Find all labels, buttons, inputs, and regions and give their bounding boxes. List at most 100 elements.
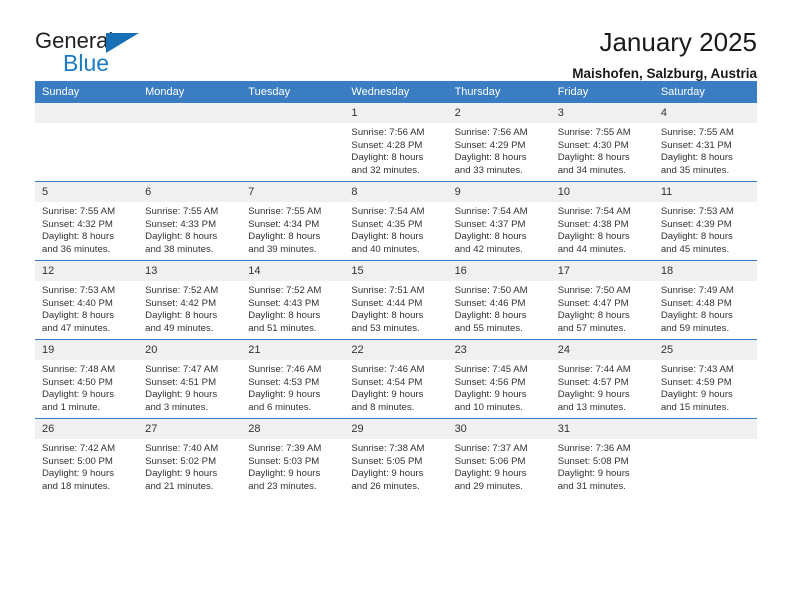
day-details: Sunrise: 7:42 AM Sunset: 5:00 PM Daylight:… bbox=[35, 439, 138, 493]
calendar-day-cell[interactable]: 28 Sunrise: 7:39 AM Sunset: 5:03 PM Dayligh… bbox=[241, 418, 345, 497]
day-number: 7 bbox=[241, 182, 345, 202]
daylight-text-cont: and 36 minutes. bbox=[42, 243, 111, 255]
calendar-week-row: 1 Sunrise: 7:56 AM Sunset: 4:28 PM Daylight… bbox=[35, 103, 757, 182]
sunset-text: Sunset: 4:47 PM bbox=[557, 297, 629, 309]
daylight-text: Daylight: 9 hours bbox=[145, 468, 218, 480]
calendar-day-cell[interactable]: 30 Sunrise: 7:37 AM Sunset: 5:06 PM Dayligh… bbox=[447, 418, 551, 497]
calendar-day-cell[interactable]: 17 Sunrise: 7:50 AM Sunset: 4:47 PM Dayligh… bbox=[550, 260, 654, 340]
daylight-text: Daylight: 9 hours bbox=[454, 468, 527, 480]
daylight-text: Daylight: 8 hours bbox=[454, 310, 527, 322]
calendar-day-cell[interactable]: 10 Sunrise: 7:54 AM Sunset: 4:38 PM Dayligh… bbox=[550, 181, 654, 261]
calendar-day-cell[interactable]: 4 Sunrise: 7:55 AM Sunset: 4:31 PM Daylight… bbox=[653, 103, 757, 182]
day-details: Sunrise: 7:51 AM Sunset: 4:44 PM Daylight:… bbox=[344, 281, 447, 335]
calendar-day-cell[interactable]: 14 Sunrise: 7:52 AM Sunset: 4:43 PM Dayligh… bbox=[241, 260, 345, 340]
sunrise-text: Sunrise: 7:56 AM bbox=[351, 127, 425, 138]
calendar-day-cell[interactable]: 23 Sunrise: 7:45 AM Sunset: 4:56 PM Dayligh… bbox=[447, 339, 551, 419]
day-number: 10 bbox=[550, 182, 654, 202]
day-details: Sunrise: 7:53 AM Sunset: 4:40 PM Daylight:… bbox=[35, 281, 138, 335]
logo-text-blue: Blue bbox=[63, 50, 110, 76]
daylight-text-cont: and 35 minutes. bbox=[660, 164, 730, 176]
sunrise-text: Sunrise: 7:54 AM bbox=[351, 206, 425, 217]
day-details: Sunrise: 7:39 AM Sunset: 5:03 PM Daylight:… bbox=[241, 439, 344, 493]
sunset-text: Sunset: 4:50 PM bbox=[42, 376, 113, 388]
page-title: January 2025 bbox=[599, 27, 757, 57]
daylight-text-cont: and 33 minutes. bbox=[454, 164, 523, 176]
calendar-day-cell[interactable]: 8 Sunrise: 7:54 AM Sunset: 4:35 PM Daylight… bbox=[344, 181, 448, 261]
day-number bbox=[241, 103, 345, 123]
sunrise-text: Sunrise: 7:46 AM bbox=[248, 364, 322, 375]
sunrise-text: Sunrise: 7:48 AM bbox=[42, 364, 116, 375]
calendar-day-cell[interactable]: 22 Sunrise: 7:46 AM Sunset: 4:54 PM Dayligh… bbox=[344, 339, 448, 419]
day-details: Sunrise: 7:55 AM Sunset: 4:34 PM Daylight:… bbox=[241, 202, 344, 256]
sunset-text: Sunset: 4:59 PM bbox=[660, 376, 732, 388]
day-number: 20 bbox=[138, 340, 242, 360]
sunset-text: Sunset: 4:40 PM bbox=[42, 297, 113, 309]
day-number: 16 bbox=[447, 261, 551, 281]
day-number bbox=[35, 103, 139, 123]
day-number: 3 bbox=[550, 103, 654, 123]
day-details: Sunrise: 7:56 AM Sunset: 4:28 PM Daylight:… bbox=[344, 123, 447, 177]
calendar-day-cell[interactable]: 16 Sunrise: 7:50 AM Sunset: 4:46 PM Dayligh… bbox=[447, 260, 551, 340]
sunset-text: Sunset: 4:56 PM bbox=[454, 376, 526, 388]
sunrise-text: Sunrise: 7:50 AM bbox=[557, 285, 631, 296]
calendar-day-cell[interactable]: 29 Sunrise: 7:38 AM Sunset: 5:05 PM Dayligh… bbox=[344, 418, 448, 497]
sunrise-text: Sunrise: 7:53 AM bbox=[660, 206, 734, 217]
sunrise-text: Sunrise: 7:38 AM bbox=[351, 443, 425, 454]
calendar-day-cell[interactable]: 31 Sunrise: 7:36 AM Sunset: 5:08 PM Dayligh… bbox=[550, 418, 654, 497]
daylight-text: Daylight: 8 hours bbox=[660, 310, 733, 322]
sunset-text: Sunset: 4:54 PM bbox=[351, 376, 423, 388]
calendar-day-cell[interactable]: 27 Sunrise: 7:40 AM Sunset: 5:02 PM Dayligh… bbox=[138, 418, 242, 497]
calendar-day-cell[interactable]: 24 Sunrise: 7:44 AM Sunset: 4:57 PM Dayligh… bbox=[550, 339, 654, 419]
day-number: 5 bbox=[35, 182, 139, 202]
sunrise-text: Sunrise: 7:55 AM bbox=[557, 127, 631, 138]
calendar-day-cell[interactable]: 3 Sunrise: 7:55 AM Sunset: 4:30 PM Daylight… bbox=[550, 103, 654, 182]
sunrise-text: Sunrise: 7:46 AM bbox=[351, 364, 425, 375]
day-number: 4 bbox=[653, 103, 757, 123]
logo-triangle-icon bbox=[106, 33, 139, 53]
sunset-text: Sunset: 4:28 PM bbox=[351, 139, 423, 151]
daylight-text-cont: and 13 minutes. bbox=[557, 401, 626, 413]
day-number: 29 bbox=[344, 419, 448, 439]
calendar-page: General Blue January 2025 Maishofen, Sal… bbox=[0, 0, 792, 612]
calendar-day-cell[interactable]: 18 Sunrise: 7:49 AM Sunset: 4:48 PM Dayligh… bbox=[653, 260, 757, 340]
calendar-day-cell[interactable]: 6 Sunrise: 7:55 AM Sunset: 4:33 PM Daylight… bbox=[138, 181, 242, 261]
daylight-text: Daylight: 8 hours bbox=[248, 231, 321, 243]
calendar-day-cell[interactable]: 19 Sunrise: 7:48 AM Sunset: 4:50 PM Dayligh… bbox=[35, 339, 139, 419]
weekday-header-sunday: Sunday bbox=[35, 81, 139, 103]
calendar-day-cell[interactable]: 12 Sunrise: 7:53 AM Sunset: 4:40 PM Dayligh… bbox=[35, 260, 139, 340]
sunset-text: Sunset: 4:37 PM bbox=[454, 218, 526, 230]
daylight-text-cont: and 59 minutes. bbox=[660, 322, 730, 334]
calendar-day-cell[interactable]: 7 Sunrise: 7:55 AM Sunset: 4:34 PM Daylight… bbox=[241, 181, 345, 261]
sunset-text: Sunset: 4:39 PM bbox=[660, 218, 732, 230]
calendar-day-cell[interactable]: 15 Sunrise: 7:51 AM Sunset: 4:44 PM Dayligh… bbox=[344, 260, 448, 340]
daylight-text-cont: and 1 minute. bbox=[42, 401, 101, 413]
day-number: 28 bbox=[241, 419, 345, 439]
sunrise-text: Sunrise: 7:43 AM bbox=[660, 364, 734, 375]
day-number: 21 bbox=[241, 340, 345, 360]
daylight-text: Daylight: 9 hours bbox=[557, 468, 630, 480]
title-block: January 2025 Maishofen, Salzburg, Austri… bbox=[572, 28, 757, 81]
day-details: Sunrise: 7:48 AM Sunset: 4:50 PM Daylight:… bbox=[35, 360, 138, 414]
calendar-day-cell[interactable]: 2 Sunrise: 7:56 AM Sunset: 4:29 PM Daylight… bbox=[447, 103, 551, 182]
calendar-day-cell[interactable]: 11 Sunrise: 7:53 AM Sunset: 4:39 PM Dayligh… bbox=[653, 181, 757, 261]
day-details: Sunrise: 7:46 AM Sunset: 4:53 PM Daylight:… bbox=[241, 360, 344, 414]
daylight-text-cont: and 34 minutes. bbox=[557, 164, 626, 176]
calendar-day-cell-empty bbox=[241, 103, 345, 182]
weekday-header-tuesday: Tuesday bbox=[241, 81, 345, 103]
daylight-text-cont: and 39 minutes. bbox=[248, 243, 317, 255]
general-blue-logo[interactable]: General Blue bbox=[35, 28, 160, 80]
sunset-text: Sunset: 4:34 PM bbox=[248, 218, 320, 230]
calendar-day-cell[interactable]: 25 Sunrise: 7:43 AM Sunset: 4:59 PM Dayligh… bbox=[653, 339, 757, 419]
calendar-day-cell[interactable]: 20 Sunrise: 7:47 AM Sunset: 4:51 PM Dayligh… bbox=[138, 339, 242, 419]
calendar-day-cell[interactable]: 21 Sunrise: 7:46 AM Sunset: 4:53 PM Dayligh… bbox=[241, 339, 345, 419]
day-details: Sunrise: 7:52 AM Sunset: 4:43 PM Daylight:… bbox=[241, 281, 344, 335]
sunset-text: Sunset: 5:03 PM bbox=[248, 455, 320, 467]
calendar-day-cell[interactable]: 5 Sunrise: 7:55 AM Sunset: 4:32 PM Daylight… bbox=[35, 181, 139, 261]
day-details: Sunrise: 7:43 AM Sunset: 4:59 PM Daylight:… bbox=[654, 360, 757, 414]
sunrise-text: Sunrise: 7:37 AM bbox=[454, 443, 528, 454]
calendar-day-cell[interactable]: 1 Sunrise: 7:56 AM Sunset: 4:28 PM Daylight… bbox=[344, 103, 448, 182]
calendar-day-cell[interactable]: 13 Sunrise: 7:52 AM Sunset: 4:42 PM Dayligh… bbox=[138, 260, 242, 340]
sunrise-text: Sunrise: 7:44 AM bbox=[557, 364, 631, 375]
calendar-day-cell[interactable]: 9 Sunrise: 7:54 AM Sunset: 4:37 PM Daylight… bbox=[447, 181, 551, 261]
calendar-day-cell[interactable]: 26 Sunrise: 7:42 AM Sunset: 5:00 PM Dayligh… bbox=[35, 418, 139, 497]
